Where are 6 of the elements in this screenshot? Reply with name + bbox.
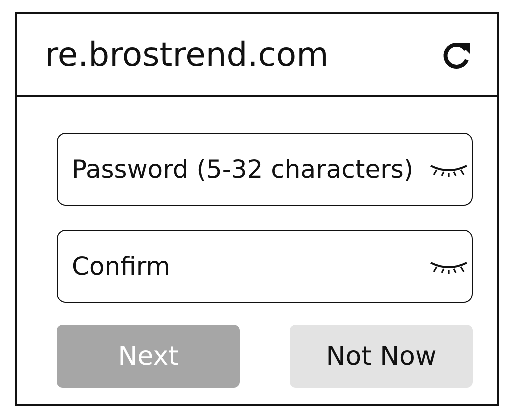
closed-eye-icon[interactable] [429, 260, 469, 274]
password-field[interactable]: Confirm [57, 230, 473, 303]
password-field[interactable]: Password (5-32 characters) [57, 133, 473, 206]
not-now-button[interactable]: Not Now [290, 325, 473, 388]
closed-eye-icon[interactable] [429, 163, 469, 177]
url-text: re.brostrend.com [45, 35, 329, 74]
